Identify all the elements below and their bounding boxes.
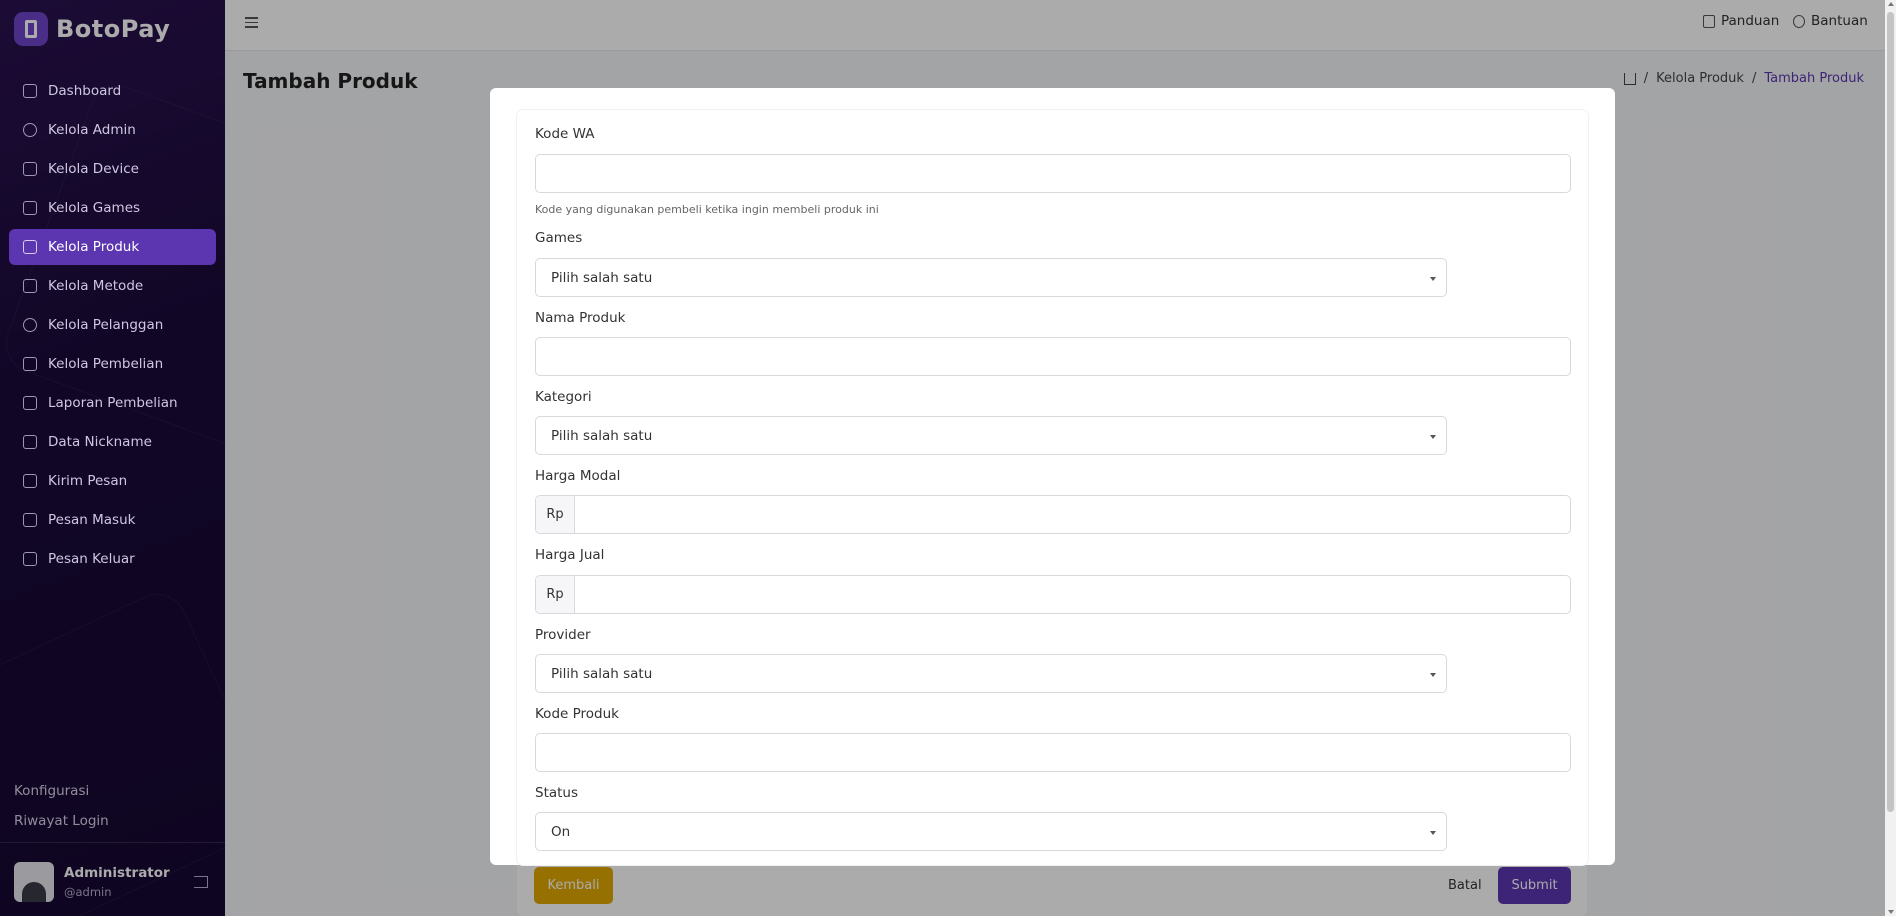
sidebar-item-pesan-masuk[interactable]: Pesan Masuk xyxy=(9,502,216,538)
sidebar-item-kelola-games[interactable]: Kelola Games xyxy=(9,190,216,226)
kode-produk-input[interactable] xyxy=(535,733,1571,772)
games-select-value: Pilih salah satu xyxy=(551,269,653,286)
database-icon xyxy=(23,435,37,449)
sidebar-item-label: Kelola Games xyxy=(48,200,141,216)
currency-prefix: Rp xyxy=(536,496,575,533)
sidebar-item-kelola-metode[interactable]: Kelola Metode xyxy=(9,268,216,304)
box-icon xyxy=(23,240,37,254)
status-select[interactable]: On xyxy=(535,812,1447,851)
scroll-down-icon[interactable] xyxy=(1888,910,1894,914)
kode-wa-help: Kode yang digunakan pembeli ketika ingin… xyxy=(535,203,879,216)
sidebar-item-laporan-pembelian[interactable]: Laporan Pembelian xyxy=(9,385,216,421)
sidebar-item-kelola-produk[interactable]: Kelola Produk xyxy=(9,229,216,265)
modal-form: Kode WA Kode yang digunakan pembeli keti… xyxy=(517,110,1588,865)
status-select-value: On xyxy=(551,823,571,840)
message-in-icon xyxy=(23,513,37,527)
users-icon xyxy=(23,318,37,332)
sidebar-item-kelola-device[interactable]: Kelola Device xyxy=(9,151,216,187)
page-scrollbar[interactable] xyxy=(1885,0,1896,916)
sidebar-item-data-nickname[interactable]: Data Nickname xyxy=(9,424,216,460)
provider-select[interactable]: Pilih salah satu xyxy=(535,654,1447,693)
scrollbar-thumb[interactable] xyxy=(1887,12,1894,812)
sidebar-item-kelola-admin[interactable]: Kelola Admin xyxy=(9,112,216,148)
games-select[interactable]: Pilih salah satu xyxy=(535,258,1447,297)
sidebar-item-kirim-pesan[interactable]: Kirim Pesan xyxy=(9,463,216,499)
kategori-label: Kategori xyxy=(535,389,592,405)
games-label: Games xyxy=(535,230,583,246)
user-icon xyxy=(23,123,37,137)
scroll-up-icon[interactable] xyxy=(1888,2,1894,6)
kategori-select[interactable]: Pilih salah satu xyxy=(535,416,1447,455)
sidebar-item-label: Kelola Metode xyxy=(48,278,144,294)
file-icon xyxy=(23,396,37,410)
chevron-down-icon xyxy=(1430,831,1436,835)
kode-produk-label: Kode Produk xyxy=(535,706,619,722)
harga-jual-input[interactable] xyxy=(575,576,1570,613)
chevron-down-icon xyxy=(1430,673,1436,677)
status-label: Status xyxy=(535,785,579,801)
provider-label: Provider xyxy=(535,627,591,643)
harga-modal-group: Rp xyxy=(535,495,1571,534)
home-icon xyxy=(23,84,37,98)
harga-modal-input[interactable] xyxy=(575,496,1570,533)
send-icon xyxy=(23,474,37,488)
message-out-icon xyxy=(23,552,37,566)
devices-icon xyxy=(23,162,37,176)
sidebar-item-pesan-keluar[interactable]: Pesan Keluar xyxy=(9,541,216,577)
sidebar-item-label: Kirim Pesan xyxy=(48,473,128,489)
sidebar-item-label: Dashboard xyxy=(48,83,122,99)
provider-select-value: Pilih salah satu xyxy=(551,665,653,682)
harga-jual-group: Rp xyxy=(535,575,1571,614)
sidebar-item-kelola-pembelian[interactable]: Kelola Pembelian xyxy=(9,346,216,382)
harga-modal-label: Harga Modal xyxy=(535,468,621,484)
nama-produk-label: Nama Produk xyxy=(535,310,626,326)
nama-produk-input[interactable] xyxy=(535,337,1571,376)
gamepad-icon xyxy=(23,201,37,215)
currency-prefix: Rp xyxy=(536,576,575,613)
sidebar-item-label: Pesan Keluar xyxy=(48,551,135,567)
kategori-select-value: Pilih salah satu xyxy=(551,427,653,444)
modal: Kode WA Kode yang digunakan pembeli keti… xyxy=(490,88,1615,865)
cart-icon xyxy=(23,357,37,371)
sidebar-item-label: Kelola Admin xyxy=(48,122,136,138)
kode-wa-label: Kode WA xyxy=(535,126,595,142)
sidebar-item-kelola-pelanggan[interactable]: Kelola Pelanggan xyxy=(9,307,216,343)
chevron-down-icon xyxy=(1430,435,1436,439)
sidebar-item-label: Kelola Pelanggan xyxy=(48,317,164,333)
sidebar-item-label: Kelola Produk xyxy=(48,239,140,255)
sidebar-item-label: Pesan Masuk xyxy=(48,512,136,528)
card-icon xyxy=(23,279,37,293)
chevron-down-icon xyxy=(1430,277,1436,281)
kode-wa-input[interactable] xyxy=(535,154,1571,193)
sidebar-item-label: Data Nickname xyxy=(48,434,152,450)
harga-jual-label: Harga Jual xyxy=(535,547,605,563)
sidebar-item-label: Laporan Pembelian xyxy=(48,395,178,411)
sidebar-item-dashboard[interactable]: Dashboard xyxy=(9,73,216,109)
sidebar-item-label: Kelola Pembelian xyxy=(48,356,164,372)
sidebar-item-label: Kelola Device xyxy=(48,161,139,177)
